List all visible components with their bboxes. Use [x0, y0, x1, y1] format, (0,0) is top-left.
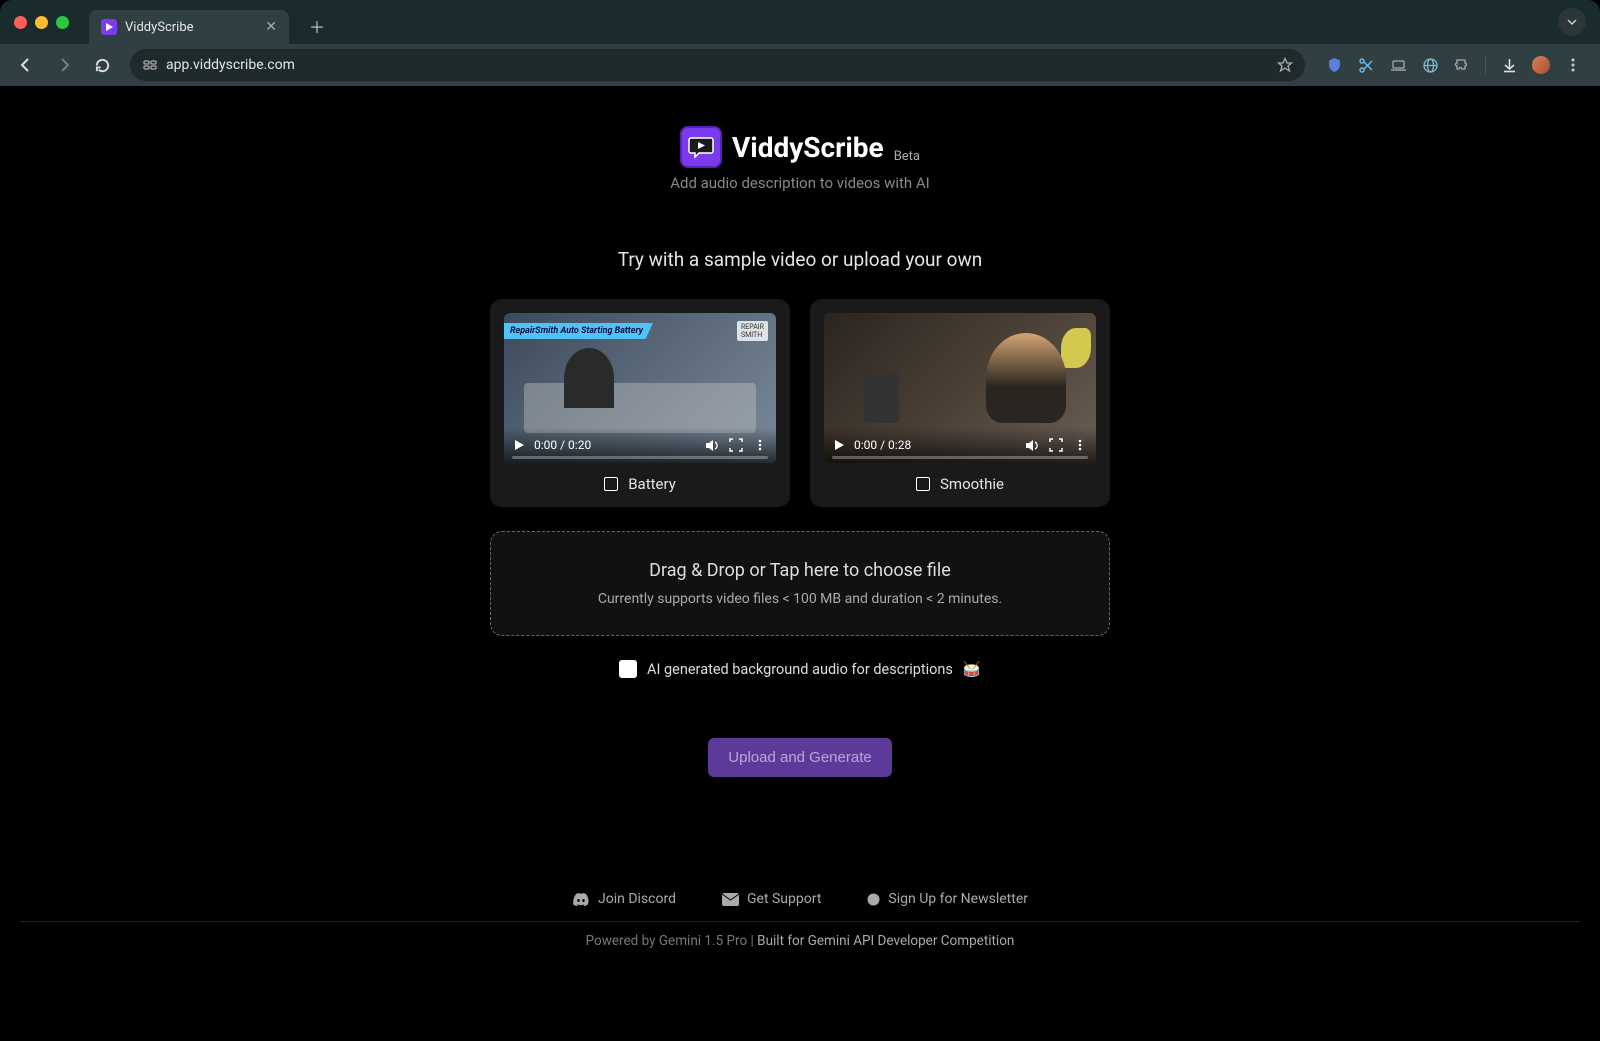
- app-logo-icon: [680, 126, 722, 168]
- profile-avatar-icon[interactable]: [1532, 56, 1550, 74]
- video-player[interactable]: RepairSmith Auto Starting Battery REPAIR…: [504, 313, 776, 463]
- page: ViddyScribe Beta Add audio description t…: [0, 86, 1600, 1041]
- video-progress[interactable]: [512, 456, 768, 459]
- app-subtitle: Add audio description to videos with AI: [670, 174, 930, 192]
- reload-button[interactable]: [86, 49, 118, 81]
- titlebar: ViddyScribe ✕ ＋: [0, 0, 1600, 44]
- footer-powered-highlight: Built for Gemini API Developer Competiti…: [757, 933, 1014, 949]
- footer-link-discord[interactable]: Join Discord: [572, 891, 676, 907]
- back-button[interactable]: [10, 49, 42, 81]
- sample-card-battery: RepairSmith Auto Starting Battery REPAIR…: [490, 299, 790, 507]
- toolbar: app.viddyscribe.com: [0, 44, 1600, 86]
- fullscreen-icon[interactable]: [1048, 437, 1064, 453]
- app-header: ViddyScribe Beta: [680, 126, 920, 168]
- mail-icon: [722, 893, 739, 906]
- url-text: app.viddyscribe.com: [166, 57, 1269, 73]
- traffic-lights: [14, 16, 69, 29]
- downloads-icon[interactable]: [1500, 56, 1518, 74]
- address-bar[interactable]: app.viddyscribe.com: [130, 49, 1305, 81]
- footer-link-label: Sign Up for Newsletter: [888, 891, 1028, 907]
- footer-link-newsletter[interactable]: Sign Up for Newsletter: [867, 891, 1028, 907]
- tab-favicon-icon: [101, 19, 117, 35]
- video-badge: REPAIRSMITH: [737, 321, 768, 341]
- content-area: ViddyScribe Beta Add audio description t…: [0, 86, 1600, 1041]
- sample-card-smoothie: 0:00 / 0:28: [810, 299, 1110, 507]
- footer-link-support[interactable]: Get Support: [722, 891, 821, 907]
- shield-extension-icon[interactable]: [1325, 56, 1343, 74]
- checkbox-icon[interactable]: [619, 660, 637, 678]
- ai-background-audio-option[interactable]: AI generated background audio for descri…: [619, 660, 981, 678]
- tabs-dropdown-button[interactable]: [1558, 8, 1586, 36]
- sample-select-smoothie[interactable]: Smoothie: [824, 475, 1096, 493]
- play-button[interactable]: [512, 438, 526, 452]
- maximize-window-button[interactable]: [56, 16, 69, 29]
- sample-videos: RepairSmith Auto Starting Battery REPAIR…: [490, 299, 1110, 507]
- footer-bar: Powered by Gemini 1.5 Pro | Built for Ge…: [20, 921, 1580, 960]
- video-more-icon[interactable]: [752, 437, 768, 453]
- fullscreen-icon[interactable]: [728, 437, 744, 453]
- video-progress[interactable]: [832, 456, 1088, 459]
- new-tab-button[interactable]: ＋: [303, 12, 331, 40]
- circle-icon: [867, 893, 880, 906]
- ai-option-label: AI generated background audio for descri…: [647, 661, 953, 678]
- extensions-puzzle-icon[interactable]: [1453, 56, 1471, 74]
- checkbox-icon[interactable]: [604, 477, 618, 491]
- sample-select-battery[interactable]: Battery: [504, 475, 776, 493]
- section-title: Try with a sample video or upload your o…: [618, 248, 983, 271]
- close-window-button[interactable]: [14, 16, 27, 29]
- discord-icon: [572, 892, 590, 906]
- laptop-extension-icon[interactable]: [1389, 56, 1407, 74]
- tab-close-button[interactable]: ✕: [265, 19, 277, 35]
- browser-tab[interactable]: ViddyScribe ✕: [89, 10, 289, 44]
- video-time: 0:00 / 0:20: [534, 438, 591, 452]
- site-settings-icon[interactable]: [142, 57, 158, 73]
- volume-icon[interactable]: [704, 437, 720, 453]
- video-banner-label: RepairSmith Auto Starting Battery: [504, 323, 653, 339]
- footer-link-label: Join Discord: [598, 891, 676, 907]
- dropzone-title: Drag & Drop or Tap here to choose file: [519, 560, 1081, 581]
- video-time: 0:00 / 0:28: [854, 438, 911, 452]
- volume-icon[interactable]: [1024, 437, 1040, 453]
- upload-generate-button[interactable]: Upload and Generate: [708, 738, 891, 777]
- browser-window: ViddyScribe ✕ ＋ app.viddyscribe.com: [0, 0, 1600, 1041]
- bookmark-star-icon[interactable]: [1277, 57, 1293, 73]
- footer-links: Join Discord Get Support Sign Up for New…: [572, 877, 1028, 921]
- dropzone-subtitle: Currently supports video files < 100 MB …: [519, 591, 1081, 607]
- drum-emoji-icon: 🥁: [963, 661, 981, 678]
- footer-link-label: Get Support: [747, 891, 821, 907]
- footer-powered-prefix: Powered by Gemini 1.5 Pro |: [586, 933, 758, 949]
- tab-title: ViddyScribe: [125, 20, 257, 35]
- scissors-extension-icon[interactable]: [1357, 56, 1375, 74]
- globe-extension-icon[interactable]: [1421, 56, 1439, 74]
- forward-button[interactable]: [48, 49, 80, 81]
- extension-icons: [1317, 56, 1590, 74]
- menu-button[interactable]: [1564, 56, 1582, 74]
- sample-label-text: Battery: [628, 475, 676, 493]
- play-button[interactable]: [832, 438, 846, 452]
- app-name: ViddyScribe: [732, 131, 884, 164]
- video-more-icon[interactable]: [1072, 437, 1088, 453]
- beta-badge: Beta: [894, 149, 920, 164]
- sample-label-text: Smoothie: [940, 475, 1004, 493]
- upload-dropzone[interactable]: Drag & Drop or Tap here to choose file C…: [490, 531, 1110, 636]
- toolbar-divider: [1485, 56, 1486, 74]
- minimize-window-button[interactable]: [35, 16, 48, 29]
- checkbox-icon[interactable]: [916, 477, 930, 491]
- video-player[interactable]: 0:00 / 0:28: [824, 313, 1096, 463]
